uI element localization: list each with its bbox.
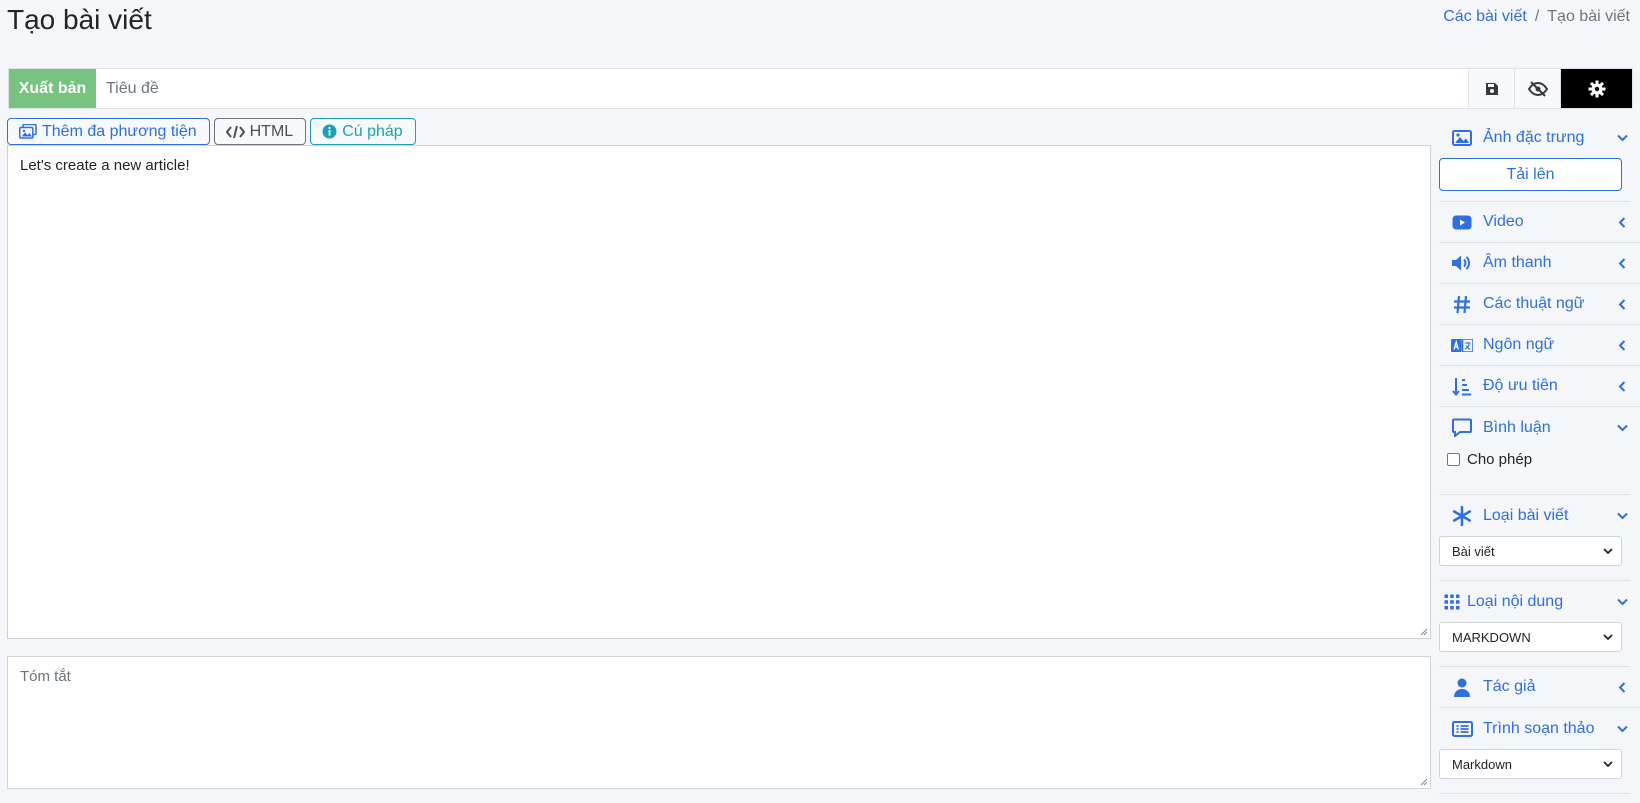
youtube-icon	[1451, 212, 1473, 232]
allow-comments-label: Cho phép	[1467, 450, 1533, 468]
resize-grip-icon[interactable]	[1418, 776, 1428, 786]
content-type-value: MARKDOWN	[1452, 629, 1531, 645]
content-type-header[interactable]: Loại nội dung	[1439, 581, 1640, 622]
priority-label: Độ ưu tiên	[1483, 377, 1558, 394]
priority-header[interactable]: Độ ưu tiên	[1439, 366, 1640, 407]
post-type-body: Bài viết	[1439, 536, 1630, 581]
comments-body: Cho phép	[1439, 448, 1630, 495]
comment-icon	[1451, 418, 1473, 438]
asterisk-icon	[1451, 505, 1473, 526]
settings-button[interactable]	[1560, 69, 1632, 108]
language-header[interactable]: Ngôn ngữ	[1439, 325, 1640, 366]
post-topbar: Xuất bản	[8, 68, 1633, 109]
chevron-left-icon	[1616, 216, 1628, 228]
chevron-down-icon	[1616, 510, 1628, 522]
editor-type-body: Markdown	[1439, 749, 1630, 794]
featured-image-body: Tải lên	[1439, 157, 1630, 202]
content-text: Let's create a new article!	[20, 157, 190, 174]
grid-icon	[1441, 592, 1463, 612]
breadcrumb-separator: /	[1534, 8, 1540, 25]
editor-type-select[interactable]: Markdown	[1439, 749, 1622, 779]
content-type-label: Loại nội dung	[1467, 592, 1564, 610]
add-media-label: Thêm đa phương tiện	[42, 122, 197, 140]
author-label: Tác giả	[1483, 678, 1536, 695]
chevron-down-icon	[1616, 723, 1628, 735]
breadcrumb-current: Tạo bài viết	[1547, 8, 1630, 25]
post-type-label: Loại bài viết	[1483, 506, 1569, 524]
language-label: Ngôn ngữ	[1483, 336, 1555, 353]
preview-toggle-button[interactable]	[1514, 69, 1560, 108]
publish-button[interactable]: Xuất bản	[9, 69, 96, 108]
volume-icon	[1451, 253, 1473, 273]
summary-textarea[interactable]: Tóm tắt	[7, 656, 1431, 789]
syntax-label: Cú pháp	[342, 122, 403, 140]
chevron-down-icon	[1603, 760, 1613, 767]
code-icon	[225, 125, 245, 138]
content-editor[interactable]: Let's create a new article!	[7, 145, 1431, 639]
audio-header[interactable]: Âm thanh	[1439, 243, 1640, 284]
chevron-left-icon	[1616, 380, 1628, 392]
syntax-button[interactable]: Cú pháp	[310, 118, 416, 145]
html-button[interactable]: HTML	[213, 118, 307, 145]
comments-label: Bình luận	[1483, 418, 1551, 436]
hashtag-icon	[1451, 294, 1473, 314]
post-type-header[interactable]: Loại bài viết	[1439, 495, 1640, 536]
post-type-select[interactable]: Bài viết	[1439, 536, 1622, 566]
image-icon	[1451, 128, 1473, 148]
terms-label: Các thuật ngữ	[1483, 295, 1585, 312]
chevron-left-icon	[1616, 681, 1628, 693]
sort-amount-icon	[1451, 376, 1473, 396]
eye-slash-icon	[1527, 80, 1548, 97]
allow-comments-checkbox[interactable]: Cho phép	[1439, 448, 1630, 470]
html-label: HTML	[249, 122, 294, 140]
video-header[interactable]: Video	[1439, 202, 1640, 243]
add-media-button[interactable]: Thêm đa phương tiện	[7, 118, 210, 145]
editor-toolbar: Thêm đa phương tiện HTML Cú pháp	[7, 118, 416, 145]
info-circle-icon	[322, 124, 337, 139]
chevron-left-icon	[1616, 339, 1628, 351]
breadcrumb-posts-link[interactable]: Các bài viết	[1443, 7, 1527, 27]
user-icon	[1451, 677, 1473, 697]
chevron-down-icon	[1616, 132, 1628, 144]
save-button[interactable]	[1468, 69, 1514, 108]
images-icon	[19, 124, 37, 139]
gear-icon	[1588, 80, 1605, 97]
audio-label: Âm thanh	[1483, 254, 1552, 271]
editor-type-header[interactable]: Trình soạn thảo	[1439, 708, 1640, 749]
featured-image-label: Ảnh đặc trưng	[1483, 128, 1585, 146]
chevron-down-icon	[1603, 633, 1613, 640]
editor-type-label: Trình soạn thảo	[1483, 719, 1595, 737]
content-type-select[interactable]: MARKDOWN	[1439, 622, 1622, 652]
chevron-down-icon	[1616, 422, 1628, 434]
chevron-left-icon	[1616, 298, 1628, 310]
checkbox[interactable]	[1447, 452, 1460, 466]
upload-button[interactable]: Tải lên	[1439, 158, 1622, 191]
content-type-body: MARKDOWN	[1439, 622, 1630, 667]
featured-image-header[interactable]: Ảnh đặc trưng	[1439, 118, 1640, 157]
language-icon	[1451, 335, 1473, 355]
chevron-left-icon	[1616, 257, 1628, 269]
chevron-down-icon	[1616, 596, 1628, 608]
comments-header[interactable]: Bình luận	[1439, 407, 1640, 448]
author-header[interactable]: Tác giả	[1439, 667, 1640, 708]
breadcrumb: Các bài viết / Tạo bài viết	[1443, 7, 1630, 27]
resize-grip-icon[interactable]	[1418, 626, 1428, 636]
chevron-down-icon	[1603, 547, 1613, 554]
terms-header[interactable]: Các thuật ngữ	[1439, 284, 1640, 325]
list-alt-icon	[1451, 719, 1473, 739]
editor-type-value: Markdown	[1452, 756, 1512, 772]
video-label: Video	[1483, 213, 1524, 230]
post-type-value: Bài viết	[1452, 543, 1495, 559]
settings-sidebar: Ảnh đặc trưng Tải lên Video Âm thanh Các…	[1431, 118, 1640, 794]
summary-placeholder: Tóm tắt	[20, 668, 71, 685]
page-title: Tạo bài viết	[7, 4, 152, 35]
title-input[interactable]	[96, 69, 1468, 108]
save-icon	[1485, 82, 1498, 95]
